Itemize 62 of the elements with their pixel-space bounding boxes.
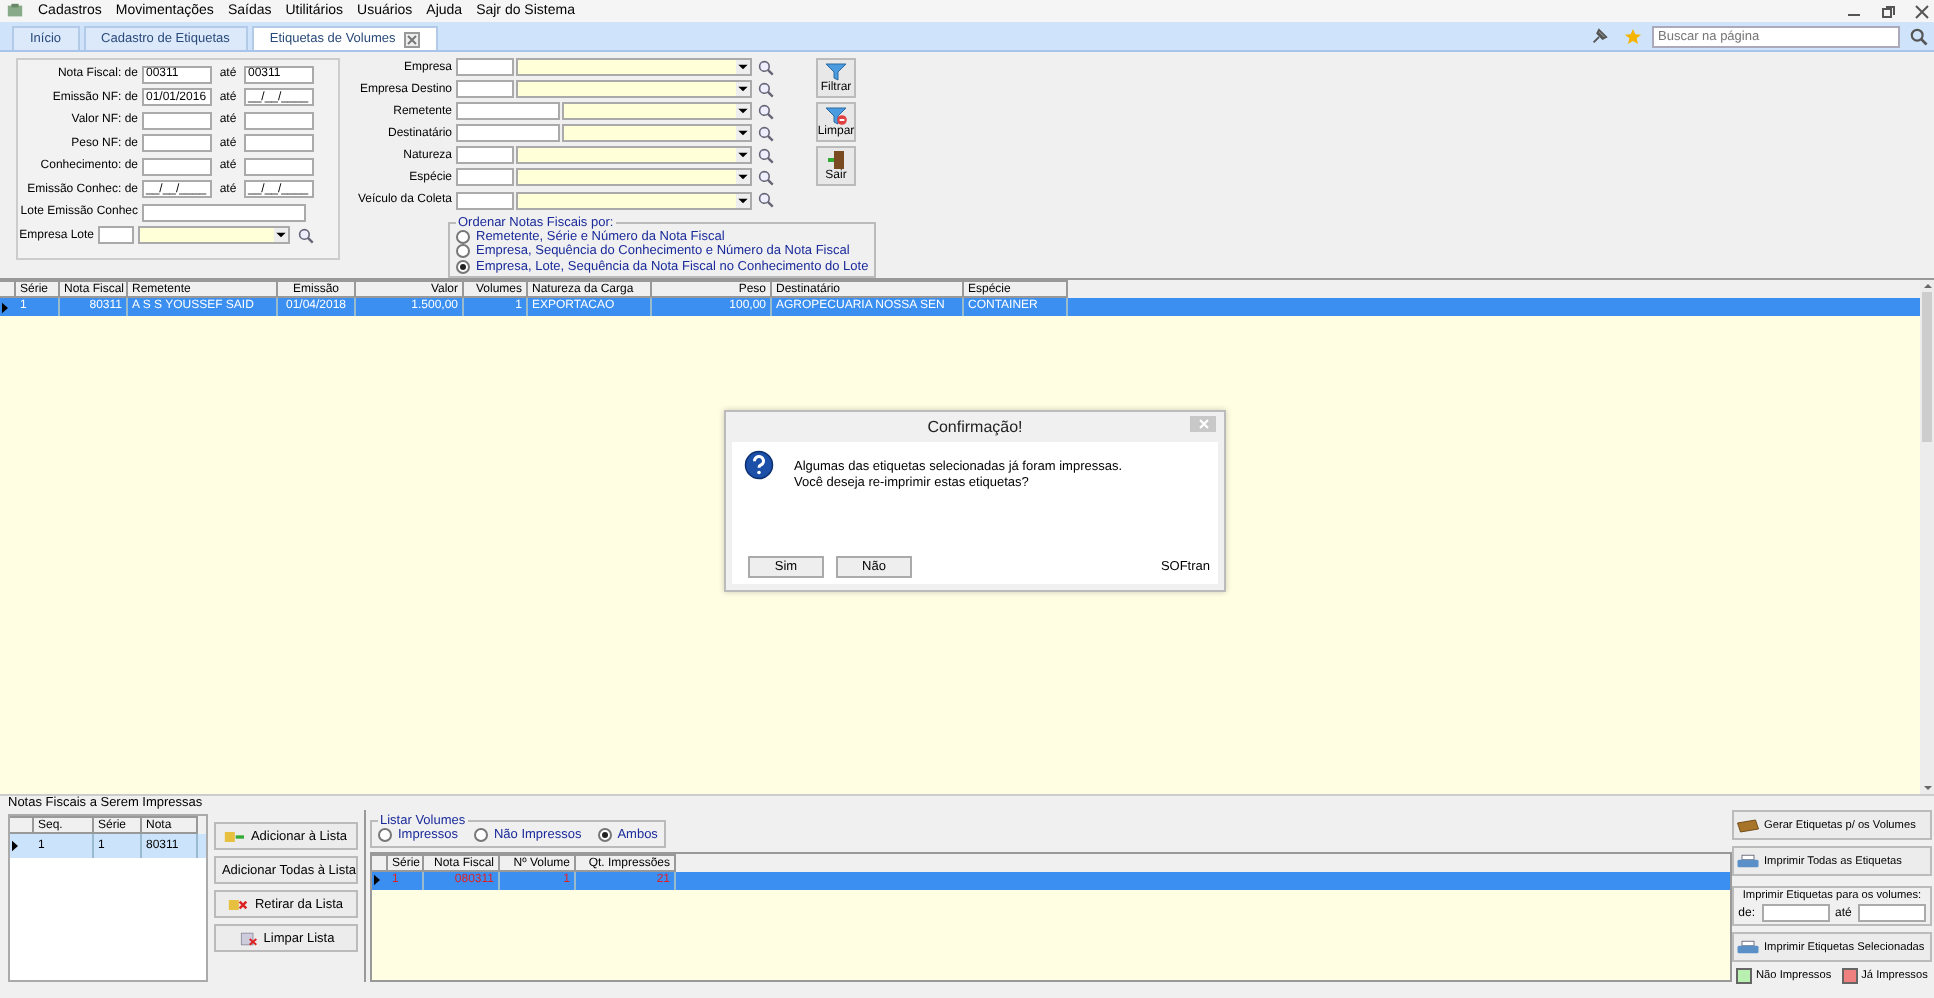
input-field[interactable] [456,191,514,209]
add-icon [224,829,245,843]
input-field[interactable] [244,111,314,129]
search-icon[interactable] [758,103,774,120]
printer-icon [1736,939,1760,955]
input-field[interactable] [244,134,314,152]
dialog-title: Confirmação! [927,418,1023,436]
input-field[interactable] [456,168,514,187]
row-pointer-icon [10,840,20,852]
input-field[interactable] [142,157,212,175]
star-icon[interactable] [1624,27,1642,45]
search-icon[interactable] [758,125,774,142]
radio-button[interactable] [456,244,470,259]
dropdown-arrow-icon[interactable] [736,148,750,163]
radio-button[interactable] [456,259,470,274]
input-field[interactable] [244,157,314,175]
app-icon [6,2,24,20]
clear-list-icon [237,931,258,945]
input-field[interactable] [456,58,514,77]
dropdown-arrow-icon[interactable] [736,126,750,141]
radio-button[interactable] [456,229,470,244]
question-icon [744,450,774,480]
dropdown-arrow-icon[interactable] [736,82,750,97]
restore-icon[interactable] [1880,3,1896,19]
input-field[interactable] [142,203,306,221]
remove-icon [228,897,249,911]
search-icon[interactable] [758,81,774,98]
input-field[interactable] [1761,904,1829,922]
funnel-icon [824,62,848,82]
scroll-down-icon[interactable] [1921,782,1933,794]
input-field[interactable] [456,124,560,143]
label-tag-icon [1736,817,1760,833]
input-field[interactable] [456,102,560,121]
input-field[interactable] [1857,904,1926,922]
funnel-clear-icon [824,106,848,126]
radio-button[interactable] [473,828,488,843]
input-field[interactable] [98,226,134,244]
radio-button[interactable] [597,828,612,843]
search-icon[interactable] [758,147,774,164]
row-pointer-icon [0,301,10,313]
scrollbar[interactable] [1920,280,1934,794]
input-field[interactable] [142,134,212,152]
input-field[interactable] [456,146,514,165]
printer-icon [1736,853,1760,869]
pin-icon[interactable] [1590,27,1608,45]
input-field[interactable] [142,111,212,129]
dropdown-arrow-icon[interactable] [736,104,750,119]
search-icon[interactable] [758,59,774,76]
door-icon [824,150,848,170]
search-icon[interactable] [298,227,314,243]
close-icon[interactable] [1914,3,1930,19]
dropdown-arrow-icon[interactable] [274,228,288,242]
radio-button[interactable] [378,828,392,843]
dropdown-arrow-icon[interactable] [736,193,750,207]
close-icon[interactable] [403,31,420,47]
search-icon[interactable] [758,169,774,186]
dropdown-arrow-icon[interactable] [736,170,750,185]
row-pointer-icon [372,874,382,886]
input-field[interactable] [456,80,514,99]
search-icon[interactable] [1910,27,1928,45]
dropdown-arrow-icon[interactable] [736,60,750,75]
search-icon[interactable] [758,192,774,208]
